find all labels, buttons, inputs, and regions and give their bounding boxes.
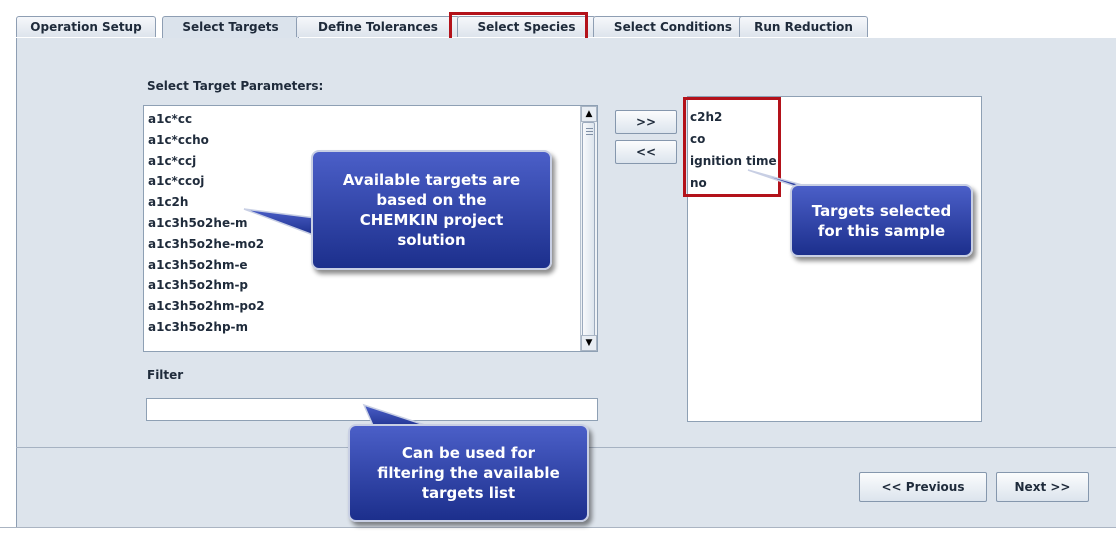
selected-targets-callout: Targets selected for this sample — [790, 184, 973, 257]
available-callout-pointer — [243, 208, 317, 238]
filter-callout: Can be used for filtering the available … — [348, 424, 589, 522]
available-targets-callout: Available targets are based on the CHEMK… — [311, 150, 552, 270]
